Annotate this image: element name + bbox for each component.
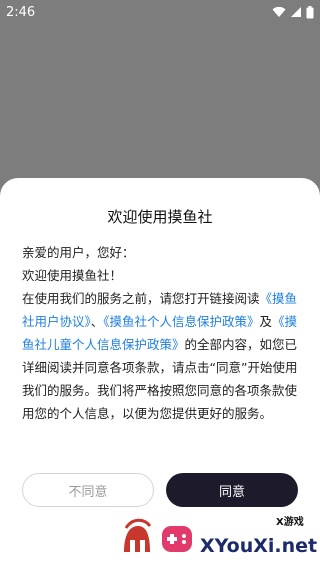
watermark-top-text: X游戏 — [276, 515, 304, 528]
status-icons — [272, 5, 314, 19]
dialog-title: 欢迎使用摸鱼社 — [107, 208, 213, 226]
status-time: 2:46 — [6, 4, 36, 20]
spartan-helmet-icon — [124, 518, 152, 552]
wifi-icon — [272, 6, 286, 17]
watermark-main-text: XYouXi.net — [200, 535, 317, 557]
privacy-dialog: 欢迎使用摸鱼社 亲爱的用户，您好： 欢迎使用摸鱼社！ 在使用我们的服务之前，请您… — [0, 178, 320, 568]
disagree-button[interactable]: 不同意 — [22, 473, 154, 507]
signal-icon — [291, 7, 301, 17]
welcome-text: 欢迎使用摸鱼社！ — [22, 268, 123, 283]
gamepad-logo-icon — [162, 526, 192, 552]
status-bar: 2:46 — [0, 0, 320, 24]
site-watermark: X游戏 XYouXi.net — [124, 515, 317, 557]
dialog-body: 亲爱的用户，您好： 欢迎使用摸鱼社！ 在使用我们的服务之前，请您打开链接阅读《摸… — [22, 241, 298, 425]
agreement-paragraph: 在使用我们的服务之前，请您打开链接阅读《摸鱼社用户协议》、《摸鱼社个人信息保护政… — [22, 287, 298, 425]
battery-icon — [306, 5, 314, 18]
dialog-actions: 不同意 同意 — [22, 473, 298, 507]
separator-text: 、 — [90, 314, 104, 329]
agree-button[interactable]: 同意 — [166, 473, 298, 507]
and-text: 及 — [259, 314, 273, 329]
intro-text: 在使用我们的服务之前，请您打开链接阅读 — [22, 291, 260, 306]
privacy-policy-link[interactable]: 《摸鱼社个人信息保护政策》 — [103, 314, 259, 329]
greeting-text: 亲爱的用户，您好： — [22, 245, 135, 260]
